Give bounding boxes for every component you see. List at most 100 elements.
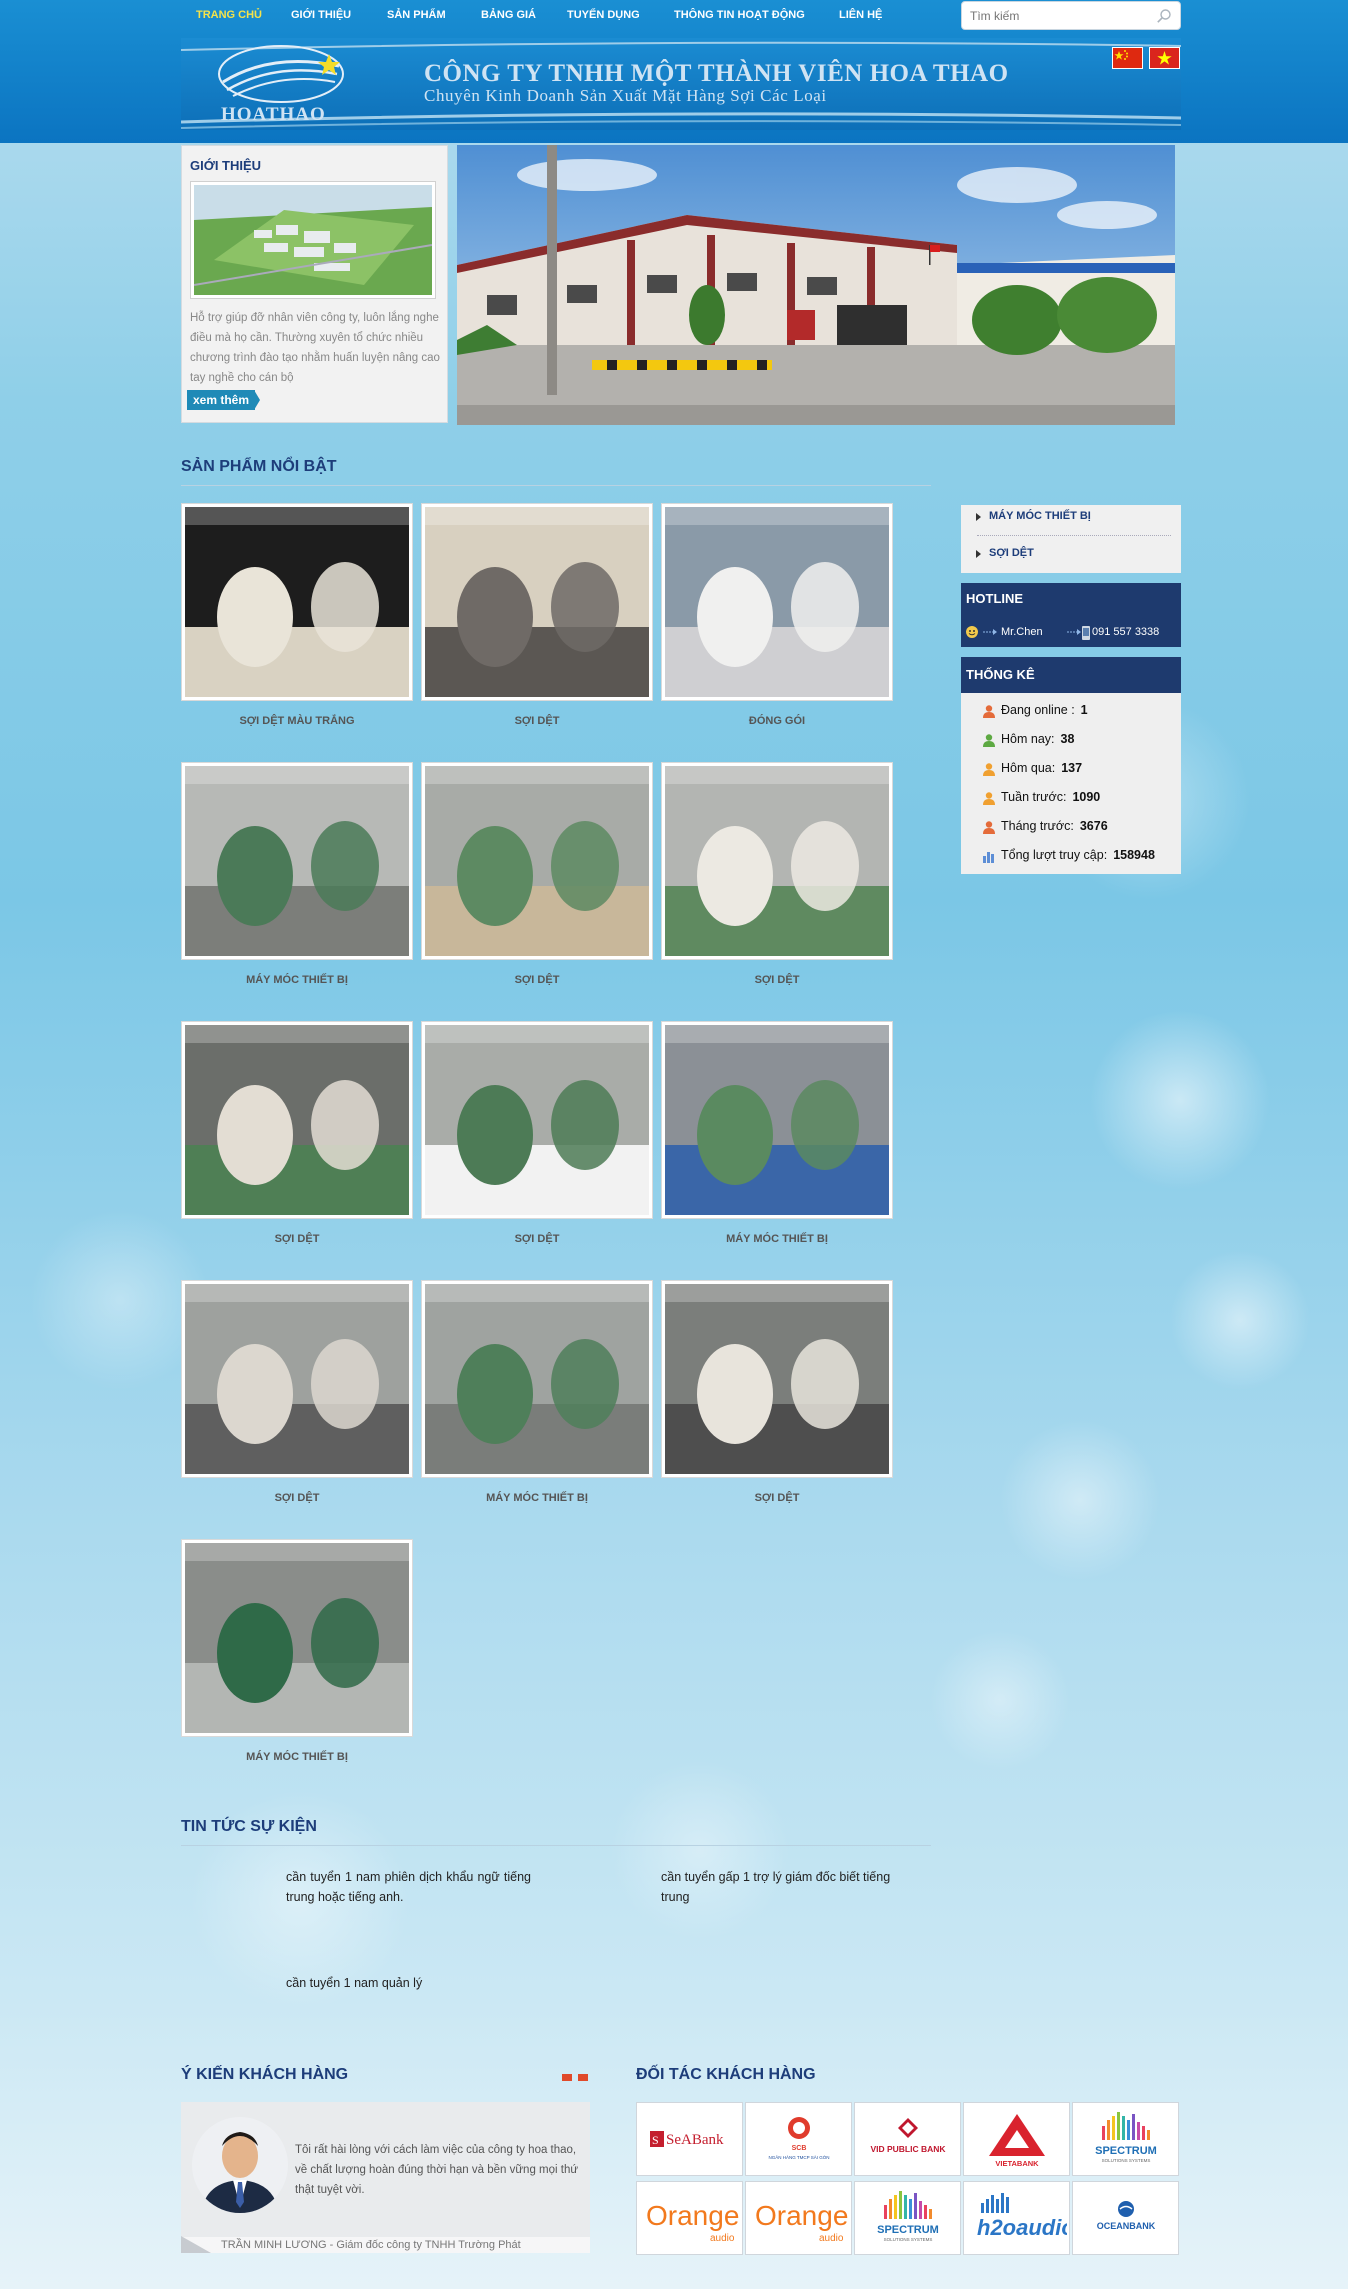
- product-caption[interactable]: SỢI DỆT: [181, 1492, 413, 1504]
- partners-title: ĐỐI TÁC KHÁCH HÀNG: [636, 2066, 816, 2083]
- hotline-title: HOTLINE: [961, 591, 1024, 606]
- product-thumbnail[interactable]: [661, 762, 893, 960]
- user-icon: [982, 820, 996, 839]
- partner-logo-orange-audio[interactable]: Orange audio: [745, 2181, 852, 2255]
- svg-text:VID PUBLIC BANK: VID PUBLIC BANK: [870, 2144, 946, 2154]
- svg-text:NGÂN HÀNG TMCP SÀI GÒN: NGÂN HÀNG TMCP SÀI GÒN: [768, 2154, 829, 2160]
- hotline-name: Mr.Chen: [1001, 626, 1043, 638]
- testimonial-card: Tôi rất hài lòng với cách làm việc của c…: [181, 2102, 590, 2253]
- flag-china-icon[interactable]: [1112, 47, 1143, 69]
- slider-dot-1[interactable]: [562, 2074, 572, 2081]
- product-caption[interactable]: MÁY MÓC THIẾT BỊ: [421, 1492, 653, 1504]
- partner-logo-scb[interactable]: SCB NGÂN HÀNG TMCP SÀI GÒN: [745, 2102, 852, 2176]
- product-caption[interactable]: SỢI DỆT MÀU TRẮNG: [181, 715, 413, 727]
- side-menu-item-yarn[interactable]: SỢI DỆT: [976, 547, 1034, 559]
- phone-icon: [1082, 626, 1090, 640]
- nav-about[interactable]: GIỚI THIỆU: [291, 9, 351, 21]
- product-thumbnail[interactable]: [181, 1280, 413, 1478]
- news-item-2[interactable]: cần tuyển gấp 1 trợ lý giám đốc biết tiế…: [661, 1867, 906, 1907]
- slider-dot-2[interactable]: [578, 2074, 588, 2081]
- svg-text:h2oaudio: h2oaudio: [977, 2215, 1067, 2240]
- product-thumbnail[interactable]: [181, 762, 413, 960]
- stat-label: Hôm qua:: [1001, 761, 1056, 775]
- product-thumbnail[interactable]: [421, 762, 653, 960]
- stat-value: 137: [1061, 761, 1083, 775]
- product-thumbnail[interactable]: [661, 1280, 893, 1478]
- search-icon[interactable]: [1156, 8, 1172, 24]
- intro-title: GIỚI THIỆU: [190, 158, 262, 173]
- svg-text:SPECTRUM: SPECTRUM: [1095, 2145, 1157, 2157]
- product-thumbnail[interactable]: [181, 1539, 413, 1737]
- intro-image[interactable]: [190, 181, 436, 299]
- user-icon: [982, 733, 996, 752]
- news-item-1[interactable]: cần tuyển 1 nam phiên dịch khẩu ngữ tiến…: [286, 1867, 531, 1907]
- partner-logo-orange-audio[interactable]: Orange audio: [636, 2181, 743, 2255]
- stat-label: Tháng trước:: [1001, 819, 1074, 833]
- side-menu-item-machinery[interactable]: MÁY MÓC THIẾT BỊ: [976, 510, 1091, 522]
- product-caption[interactable]: MÁY MÓC THIẾT BỊ: [181, 974, 413, 986]
- arrow-right-icon: [1067, 629, 1081, 635]
- intro-text: Hỗ trợ giúp đỡ nhân viên công ty, luôn l…: [190, 312, 440, 384]
- product-caption[interactable]: SỢI DỆT: [181, 1233, 413, 1245]
- svg-text:SCB: SCB: [791, 2145, 806, 2152]
- nav-activities[interactable]: THÔNG TIN HOẠT ĐỘNG: [674, 9, 805, 21]
- search-input[interactable]: [962, 2, 1142, 29]
- product-caption[interactable]: MÁY MÓC THIẾT BỊ: [181, 1751, 413, 1763]
- testimonials-title: Ý KIẾN KHÁCH HÀNG: [181, 2066, 349, 2083]
- stat-label: Hôm nay:: [1001, 732, 1055, 746]
- hotline-phone[interactable]: 091 557 3338: [1092, 626, 1159, 638]
- product-thumbnail[interactable]: [661, 503, 893, 701]
- stats-title: THỐNG KÊ: [961, 657, 1181, 693]
- stat-value: 158948: [1113, 848, 1155, 862]
- stat-value: 1090: [1072, 790, 1101, 804]
- partner-logo-vid-public-bank[interactable]: VID PUBLIC BANK: [854, 2102, 961, 2176]
- nav-pricing[interactable]: BẢNG GIÁ: [481, 9, 536, 21]
- stat-row: Đang online : 1: [1001, 703, 1088, 717]
- arrow-right-icon: [983, 629, 997, 635]
- product-caption[interactable]: MÁY MÓC THIẾT BỊ: [661, 1233, 893, 1245]
- nav-home[interactable]: TRANG CHỦ: [196, 9, 262, 21]
- products-divider: [181, 485, 931, 486]
- partner-logo-spectrum[interactable]: SPECTRUM SOLUTIONS SYSTEMS: [1072, 2102, 1179, 2176]
- product-thumbnail[interactable]: [421, 1280, 653, 1478]
- stat-row: Tháng trước: 3676: [1001, 819, 1108, 833]
- chart-bars-icon: [982, 849, 996, 868]
- nav-recruitment[interactable]: TUYỂN DỤNG: [567, 9, 640, 21]
- product-thumbnail[interactable]: [421, 503, 653, 701]
- product-caption[interactable]: SỢI DỆT: [421, 1233, 653, 1245]
- customer-avatar: [192, 2117, 288, 2213]
- news-item-3[interactable]: cần tuyển 1 nam quản lý: [286, 1973, 531, 1993]
- product-caption[interactable]: SỢI DỆT: [661, 974, 893, 986]
- product-thumbnail[interactable]: [181, 1021, 413, 1219]
- intro-box: GIỚI THIỆU Hỗ trợ giúp đỡ nhân viên công…: [181, 145, 448, 423]
- arrow-right-icon: [248, 390, 260, 410]
- flag-vietnam-icon[interactable]: [1149, 47, 1180, 69]
- partner-logo-vietabank[interactable]: VIETABANK: [963, 2102, 1070, 2176]
- stat-row: Hôm qua: 137: [1001, 761, 1082, 775]
- svg-text:audio: audio: [710, 2233, 735, 2244]
- intro-more-button[interactable]: xem thêm: [187, 390, 256, 410]
- svg-text:SPECTRUM: SPECTRUM: [877, 2224, 939, 2236]
- nav-products[interactable]: SẢN PHẨM: [387, 9, 446, 21]
- stat-value: 3676: [1079, 819, 1108, 833]
- partner-logo-oceanbank[interactable]: OCEANBANK: [1072, 2181, 1179, 2255]
- product-caption[interactable]: SỢI DỆT: [661, 1492, 893, 1504]
- partner-logo-spectrum[interactable]: SPECTRUM SOLUTIONS SYSTEMS: [854, 2181, 961, 2255]
- product-thumbnail[interactable]: [421, 1021, 653, 1219]
- product-caption[interactable]: ĐÓNG GÓI: [661, 715, 893, 727]
- user-icon: [982, 704, 996, 723]
- product-caption[interactable]: SỢI DỆT: [421, 974, 653, 986]
- testimonial-author: TRẦN MINH LƯƠNG - Giám đốc công ty TNHH …: [221, 2239, 521, 2251]
- user-icon: [982, 762, 996, 781]
- partner-logo-seabank[interactable]: S SeABank: [636, 2102, 743, 2176]
- nav-contact[interactable]: LIÊN HỆ: [839, 9, 882, 21]
- product-caption[interactable]: SỢI DỆT: [421, 715, 653, 727]
- partner-logo-h2oaudio[interactable]: h2oaudio: [963, 2181, 1070, 2255]
- product-thumbnail[interactable]: [181, 503, 413, 701]
- svg-text:Orange: Orange: [646, 2200, 739, 2231]
- smiley-icon: [966, 626, 978, 638]
- news-divider: [181, 1845, 931, 1846]
- company-slogan: Chuyên Kinh Doanh Sản Xuất Mặt Hàng Sợi …: [424, 86, 827, 105]
- product-thumbnail[interactable]: [661, 1021, 893, 1219]
- hotline-box: HOTLINE Mr.Chen 091 557 3338: [961, 583, 1181, 647]
